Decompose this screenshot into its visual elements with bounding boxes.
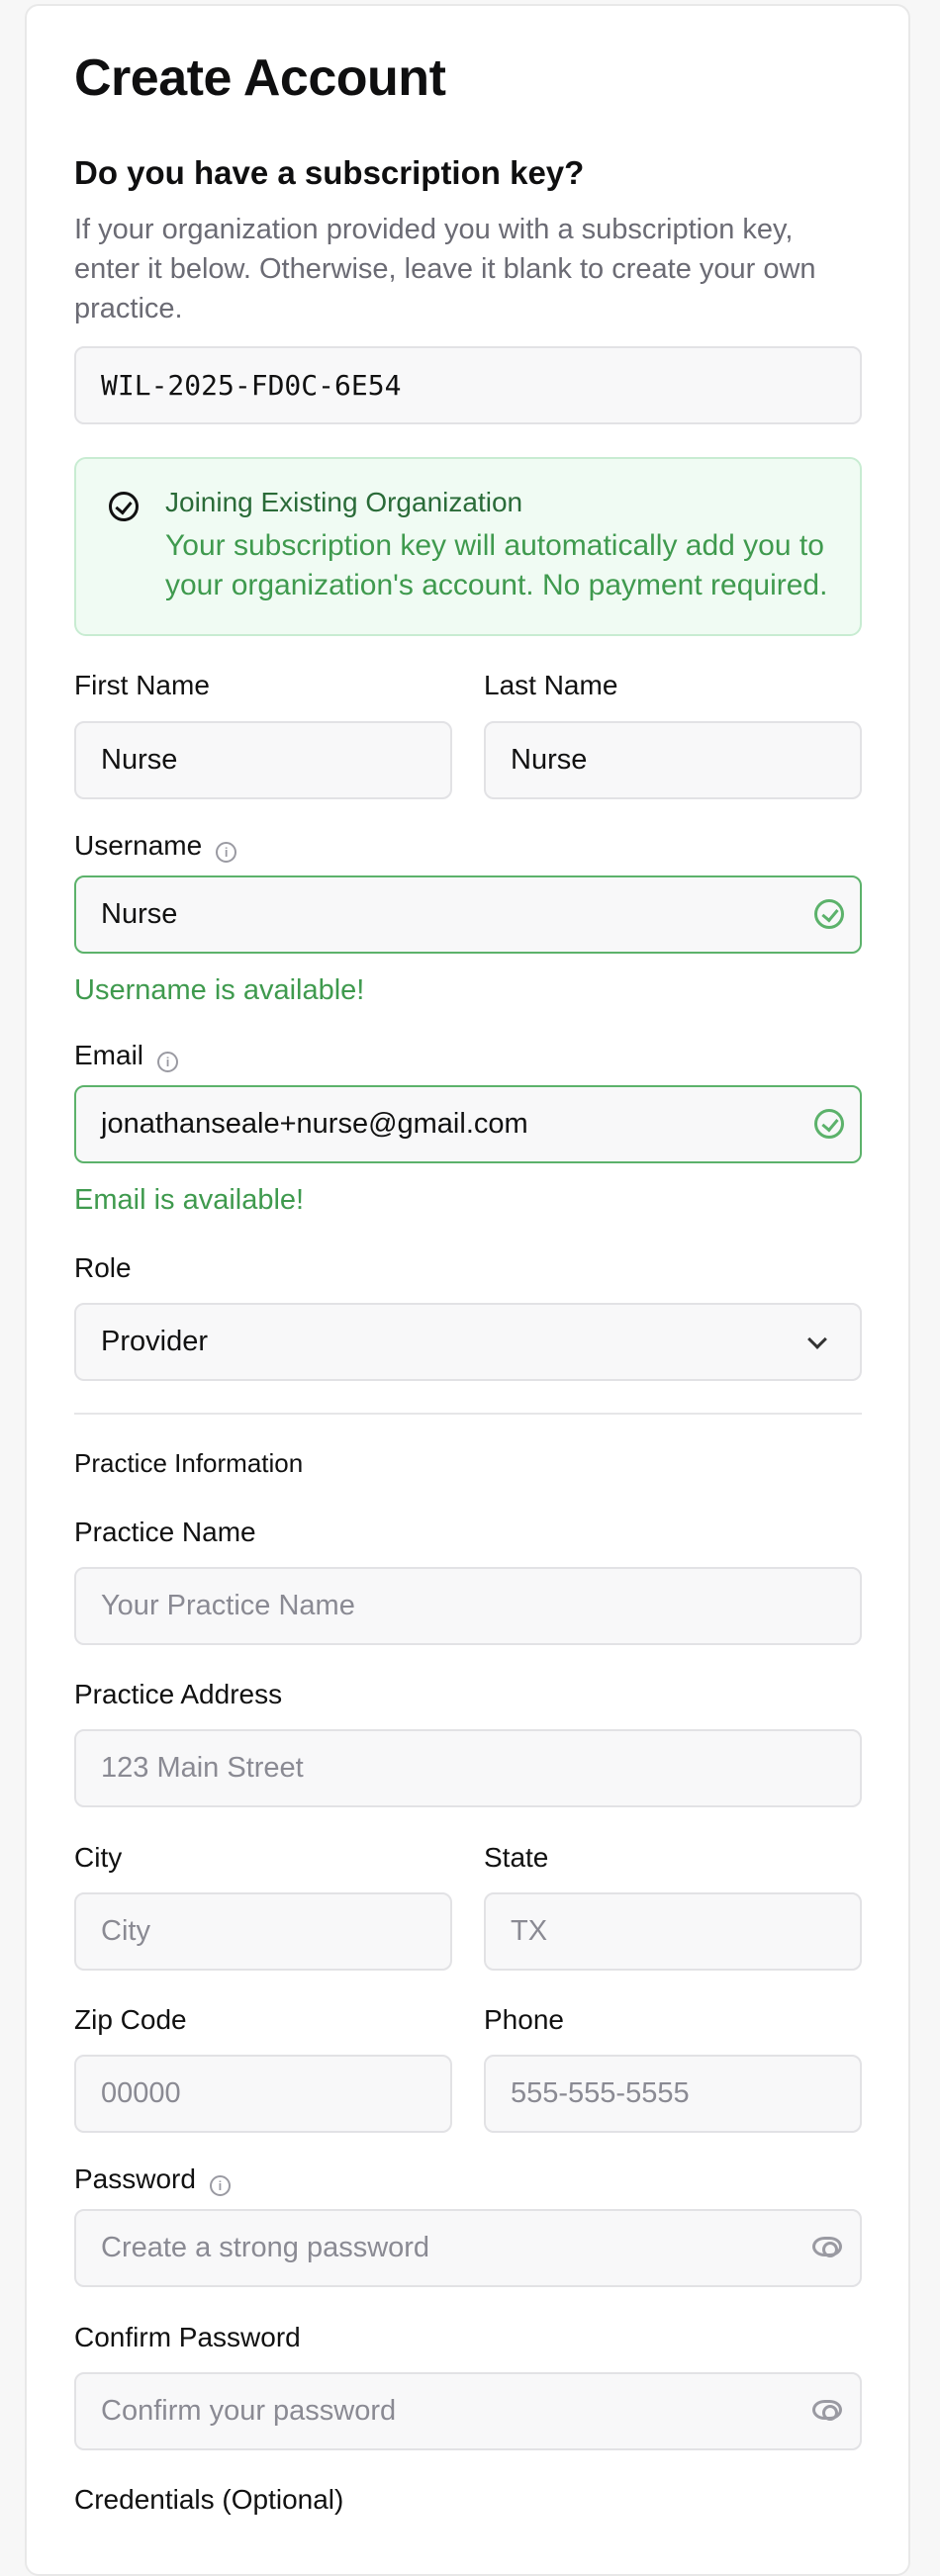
username-label-row: Username i [74,829,237,863]
last-name-label: Last Name [484,670,618,700]
city-placeholder: City [101,1915,150,1947]
password-placeholder: Create a strong password [101,2232,430,2263]
first-name-label: First Name [74,670,210,700]
username-status: Username is available! [74,974,365,1006]
phone-label: Phone [484,2004,564,2035]
last-name-input[interactable]: Nurse [484,721,862,799]
subscription-key-input[interactable]: WIL-2025-FD0C-6E54 [74,346,862,424]
phone-placeholder: 555-555-5555 [511,2077,690,2109]
username-value: Nurse [101,898,178,930]
section-divider [74,1413,862,1415]
practice-name-input[interactable]: Your Practice Name [74,1567,862,1645]
zip-input[interactable]: 00000 [74,2055,452,2133]
subscription-description: If your organization provided you with a… [74,214,816,324]
chevron-down-icon [807,1330,827,1349]
email-status: Email is available! [74,1184,305,1216]
subscription-key-value: WIL-2025-FD0C-6E54 [101,369,402,402]
banner-title: Joining Existing Organization [165,487,523,517]
practice-name-label: Practice Name [74,1517,256,1547]
eye-icon[interactable] [812,2237,842,2257]
role-value: Provider [101,1326,208,1357]
confirm-password-label: Confirm Password [74,2322,301,2352]
info-icon[interactable]: i [157,1052,179,1072]
phone-input[interactable]: 555-555-5555 [484,2055,862,2133]
role-select[interactable]: Provider [74,1303,862,1381]
email-label-row: Email i [74,1039,179,1072]
username-label: Username [74,830,203,861]
banner-text: Your subscription key will automatically… [165,529,828,601]
email-value: jonathanseale+nurse@gmail.com [101,1108,528,1140]
first-name-input[interactable]: Nurse [74,721,452,799]
practice-section-title: Practice Information [74,1448,304,1478]
first-name-value: Nurse [101,744,178,776]
check-circle-icon [814,899,844,929]
state-input[interactable]: TX [484,1892,862,1971]
subscription-heading: Do you have a subscription key? [74,154,585,191]
state-placeholder: TX [511,1915,548,1947]
zip-placeholder: 00000 [101,2077,181,2109]
practice-address-input[interactable]: 123 Main Street [74,1729,862,1807]
password-label: Password [74,2163,196,2194]
city-input[interactable]: City [74,1892,452,1971]
eye-icon[interactable] [812,2400,842,2421]
password-label-row: Password i [74,2162,231,2196]
practice-name-placeholder: Your Practice Name [101,1590,355,1621]
state-label: State [484,1842,549,1873]
city-label: City [74,1842,123,1873]
username-input[interactable]: Nurse [74,875,862,954]
email-input[interactable]: jonathanseale+nurse@gmail.com [74,1085,862,1163]
check-circle-icon [109,492,139,521]
joining-organization-banner: Joining Existing Organization Your subsc… [74,457,862,636]
confirm-password-input[interactable]: Confirm your password [74,2372,862,2450]
check-circle-icon [814,1109,844,1139]
email-label: Email [74,1040,144,1070]
role-label: Role [74,1252,132,1283]
info-icon[interactable]: i [216,842,237,863]
zip-label: Zip Code [74,2004,187,2035]
info-icon[interactable]: i [209,2175,231,2196]
password-input[interactable]: Create a strong password [74,2209,862,2287]
practice-address-placeholder: 123 Main Street [101,1752,304,1784]
last-name-value: Nurse [511,744,588,776]
credentials-label: Credentials (Optional) [74,2484,344,2515]
practice-address-label: Practice Address [74,1679,283,1709]
page-title: Create Account [74,49,446,107]
confirm-password-placeholder: Confirm your password [101,2395,397,2427]
